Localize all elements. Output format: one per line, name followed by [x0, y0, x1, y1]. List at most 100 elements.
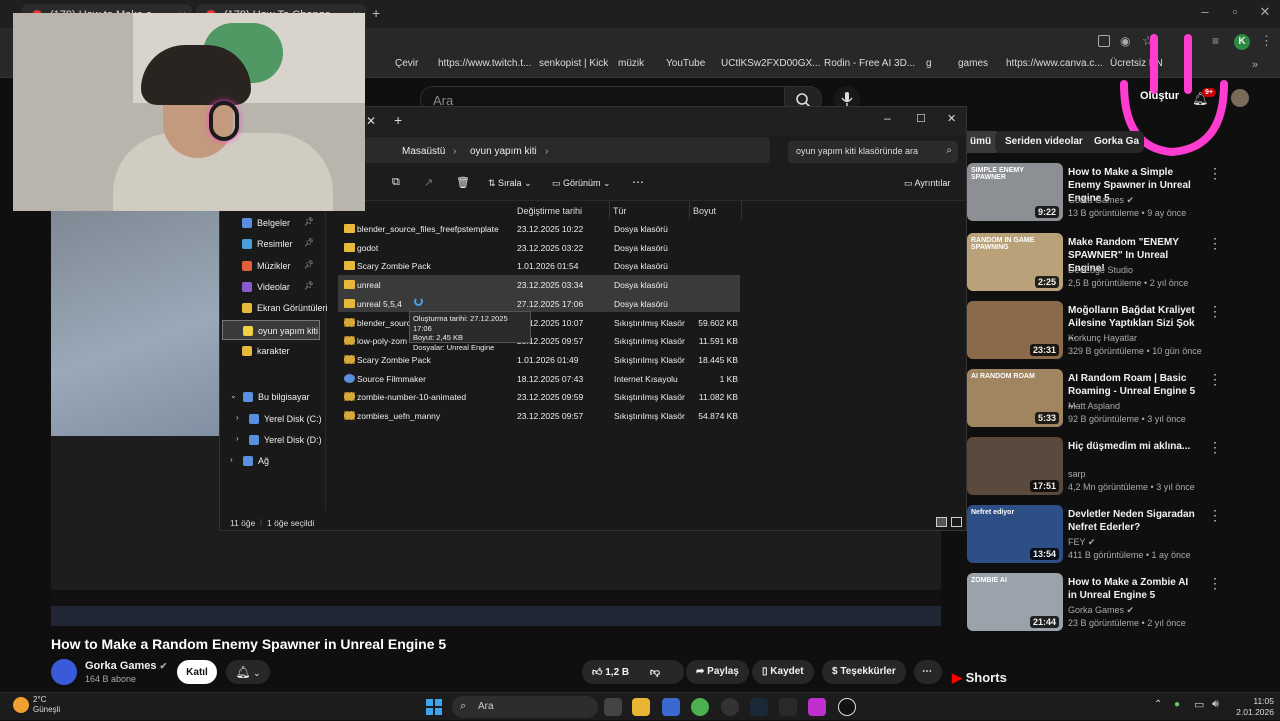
more-bookmarks-icon[interactable]: »: [1252, 59, 1258, 71]
close-window-icon[interactable]: ✕: [1250, 4, 1280, 20]
video-thumbnail[interactable]: AI RANDOM ROAM 5:33: [967, 369, 1063, 427]
column-header-type[interactable]: Tür: [610, 201, 690, 219]
dislike-button[interactable]: 👎︎: [650, 667, 660, 678]
video-thumbnail[interactable]: 23:31: [967, 301, 1063, 359]
bookmark-item[interactable]: YouTube: [650, 58, 705, 76]
file-row[interactable]: blender_sourc 23.12.2025 10:07 Sıkıştırı…: [338, 313, 740, 332]
delete-icon[interactable]: 🗑︎: [456, 176, 470, 189]
start-button[interactable]: [425, 698, 443, 716]
maximize-icon[interactable]: ☐: [916, 112, 926, 125]
mic-tray-icon[interactable]: ●: [1174, 699, 1180, 710]
profile-avatar[interactable]: K: [1234, 34, 1250, 50]
tray-chevron-icon[interactable]: ⌃: [1154, 699, 1162, 710]
epic-games-icon[interactable]: [779, 698, 797, 716]
join-button[interactable]: Katıl: [177, 660, 217, 684]
file-row[interactable]: zombies_uefn_manny 23.12.2025 09:57 Sıkı…: [338, 406, 740, 425]
thanks-button[interactable]: $ Teşekkürler: [822, 660, 906, 684]
recommended-channel[interactable]: DevEdge Studio: [1068, 265, 1198, 275]
video-thumbnail[interactable]: RANDOM IN GAME SPAWNING 2:25: [967, 233, 1063, 291]
recommended-channel[interactable]: Matt Aspland: [1068, 401, 1198, 411]
file-row[interactable]: zombie-number-10-animated 23.12.2025 09:…: [338, 387, 740, 406]
bookmark-item[interactable]: UCtlKSw2FXD00GX...: [705, 58, 820, 76]
bookmark-item[interactable]: Çevir: [379, 58, 418, 76]
maximize-window-icon[interactable]: ▫: [1220, 4, 1250, 19]
channel-avatar[interactable]: [51, 659, 77, 685]
share-button[interactable]: ➦ Paylaş: [686, 660, 749, 684]
recommended-video-title[interactable]: How to Make a Zombie AI in Unreal Engine…: [1068, 576, 1198, 602]
file-row[interactable]: blender_source_files_freefpstemplate 23.…: [338, 219, 740, 238]
recommended-channel[interactable]: FEY ✔: [1068, 537, 1198, 548]
taskbar-clock[interactable]: 11:05 2.01.2026: [1230, 696, 1274, 718]
details-view-icon[interactable]: [936, 517, 947, 527]
chip-filter[interactable]: Seriden videolar: [995, 131, 1093, 153]
recommended-more-icon[interactable]: ⋮: [1208, 439, 1222, 456]
recommended-video-title[interactable]: Hiç düşmedim mi aklına...: [1068, 440, 1198, 453]
bookmark-item[interactable]: https://www.twitch.t...: [422, 58, 531, 76]
bookmark-item[interactable]: https://www.canva.c...: [990, 58, 1103, 76]
unreal-engine-icon[interactable]: [838, 698, 856, 716]
bookmark-item[interactable]: Rodin - Free AI 3D...: [808, 58, 915, 76]
recommended-channel[interactable]: Gorka Games ✔: [1068, 605, 1198, 616]
minimize-icon[interactable]: –: [884, 111, 891, 125]
channel-name[interactable]: Gorka Games ✔: [85, 660, 167, 672]
breadcrumb[interactable]: Masaüstü › oyun yapım kiti ›: [360, 137, 770, 163]
file-row[interactable]: godot 23.12.2025 03:22 Dosya klasörü: [338, 238, 740, 257]
file-explorer-icon[interactable]: [632, 698, 650, 716]
close-icon[interactable]: ✕: [947, 112, 956, 125]
app-icon[interactable]: [808, 698, 826, 716]
file-row[interactable]: low-poly-zom 23.12.2025 09:57 Sıkıştırıl…: [338, 331, 740, 350]
breadcrumb-item[interactable]: oyun yapım kiti: [470, 146, 537, 157]
chevron-icon[interactable]: ›: [230, 455, 233, 464]
recommended-video-title[interactable]: Devletler Neden Sigaradan Nefret Ederler…: [1068, 508, 1198, 534]
task-view-icon[interactable]: [604, 698, 622, 716]
file-row[interactable]: unreal 5,5,4 27.12.2025 17:06 Dosya klas…: [338, 293, 740, 313]
file-row[interactable]: Source Filmmaker 18.12.2025 07:43 Intern…: [338, 369, 740, 388]
video-thumbnail[interactable]: SIMPLE ENEMY SPAWNER 9:22: [967, 163, 1063, 221]
subscribe-bell-button[interactable]: 🔔︎ ⌄: [226, 660, 270, 684]
recommended-channel[interactable]: sarp: [1068, 469, 1198, 479]
recommended-more-icon[interactable]: ⋮: [1208, 507, 1222, 524]
install-app-icon[interactable]: [1098, 35, 1110, 47]
weather-widget[interactable]: 2°C Güneşli: [33, 695, 60, 715]
share-icon[interactable]: ⧉: [392, 176, 400, 189]
bookmark-item[interactable]: g: [910, 58, 932, 76]
recommended-more-icon[interactable]: ⋮: [1208, 165, 1222, 182]
sort-button[interactable]: ⇅ Sırala ⌄: [488, 178, 532, 189]
steam-icon[interactable]: [750, 698, 768, 716]
file-row[interactable]: unreal 23.12.2025 03:34 Dosya klasörü: [338, 275, 740, 294]
volume-icon[interactable]: 🔊︎: [1212, 698, 1219, 711]
more-options-icon[interactable]: ⋯: [632, 175, 644, 189]
export-icon[interactable]: ↗: [424, 176, 433, 189]
video-thumbnail[interactable]: 17:51: [967, 437, 1063, 495]
video-thumbnail[interactable]: Nefret ediyor 13:54: [967, 505, 1063, 563]
recommended-more-icon[interactable]: ⋮: [1208, 303, 1222, 320]
tree-item[interactable]: › Ağ: [222, 451, 320, 471]
store-icon[interactable]: [662, 698, 680, 716]
tree-item[interactable]: › Yerel Disk (D:): [222, 430, 322, 450]
recommended-more-icon[interactable]: ⋮: [1208, 371, 1222, 388]
recommended-more-icon[interactable]: ⋮: [1208, 575, 1222, 592]
breadcrumb-item[interactable]: Masaüstü: [402, 146, 445, 157]
file-row[interactable]: Scary Zombie Pack 1.01.2026 01:54 Dosya …: [338, 256, 740, 275]
explorer-search-input[interactable]: oyun yapım kiti klasöründe ara ⌕: [788, 141, 958, 163]
save-button[interactable]: ▯ Kaydet: [752, 660, 814, 684]
new-tab-icon[interactable]: +: [394, 112, 402, 128]
video-thumbnail[interactable]: ZOMBIE AI 21:44: [967, 573, 1063, 631]
tiles-view-icon[interactable]: [951, 517, 962, 527]
taskbar-search[interactable]: ⌕ Ara: [452, 696, 598, 718]
minimize-window-icon[interactable]: –: [1190, 4, 1220, 19]
bookmark-item[interactable]: senkopist | Kick: [523, 58, 608, 76]
chevron-icon[interactable]: ›: [236, 434, 239, 443]
obs-icon[interactable]: [721, 698, 739, 716]
more-actions-button[interactable]: ⋯: [914, 660, 942, 684]
view-button[interactable]: ▭ Görünüm ⌄: [552, 178, 611, 189]
new-tab-button[interactable]: +: [372, 5, 380, 21]
chrome-icon[interactable]: [691, 698, 709, 716]
recommended-more-icon[interactable]: ⋮: [1208, 235, 1222, 252]
bookmark-item[interactable]: games: [942, 58, 988, 76]
recommended-channel[interactable]: Gorka Games ✔: [1068, 195, 1198, 206]
recommended-channel[interactable]: Korkunç Hayatlar: [1068, 333, 1198, 343]
column-header-date[interactable]: Değiştirme tarihi: [514, 201, 610, 219]
close-tab-icon[interactable]: ✕: [366, 114, 376, 128]
column-header-size[interactable]: Boyut: [690, 201, 742, 219]
